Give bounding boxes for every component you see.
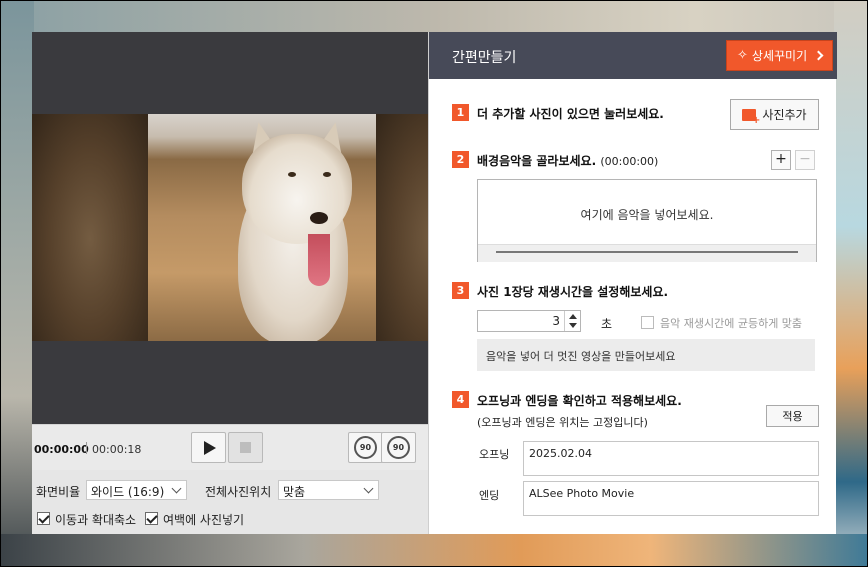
- chevron-down-icon: [171, 483, 182, 494]
- ending-label: 엔딩: [479, 489, 500, 502]
- photo-position-label: 전체사진위치: [205, 485, 272, 499]
- desktop-background-top: [0, 0, 868, 32]
- ratio-select-value: 와이드 (16:9): [91, 485, 165, 499]
- music-tip: 음악을 넣어 더 멋진 영상을 만들어보세요: [477, 339, 815, 371]
- magic-wand-icon: ✧: [737, 48, 748, 63]
- panel-title: 간편만들기: [452, 50, 517, 66]
- apply-button[interactable]: 적용: [766, 405, 819, 427]
- sync-music-checkbox[interactable]: [641, 316, 654, 329]
- playback-controls: 00:00:00 00:00:18 90 90: [32, 424, 428, 470]
- step-4-title: 오프닝과 엔딩을 확인하고 적용해보세요.: [477, 394, 682, 408]
- stop-button[interactable]: [228, 432, 263, 463]
- step-4-note: (오프닝과 엔딩은 위치는 고정입니다): [477, 416, 648, 429]
- fill-margin-label: 여백에 사진넣기: [163, 513, 245, 527]
- add-photo-label: 사진추가: [762, 108, 807, 122]
- move-zoom-checkbox[interactable]: [37, 512, 50, 525]
- add-music-button[interactable]: +: [771, 150, 791, 170]
- step-4-badge: 4: [452, 391, 469, 408]
- stepper-down-icon[interactable]: [569, 323, 577, 328]
- music-drop-hint: 여기에 음악을 넣어보세요.: [580, 208, 714, 222]
- ratio-label: 화면비율: [36, 485, 81, 499]
- photo-movie-window: 00:00:00 00:00:18 90 90 화면비율 와이드 (16:9) …: [32, 32, 837, 534]
- desktop-background-left: [0, 0, 34, 567]
- dog-tongue: [308, 234, 330, 286]
- chevron-right-icon: [813, 50, 824, 61]
- rotate-right-button[interactable]: 90: [381, 432, 416, 463]
- detail-edit-label: 상세꾸미기: [751, 49, 808, 63]
- preview-area: [32, 32, 428, 424]
- dog-nose: [310, 212, 328, 224]
- desktop-background-bottom: [0, 534, 868, 567]
- photo-position-select[interactable]: 맞춤: [278, 480, 379, 500]
- rotate-right-icon: 90: [387, 436, 410, 459]
- blurred-background-right: [376, 114, 428, 341]
- panel-header: 간편만들기 ✧ 상세꾸미기: [429, 32, 837, 79]
- music-drop-zone[interactable]: 여기에 음악을 넣어보세요.: [477, 179, 817, 262]
- detail-edit-button[interactable]: ✧ 상세꾸미기: [726, 40, 833, 71]
- step-1-title: 더 추가할 사진이 있으면 눌러보세요.: [477, 107, 664, 121]
- fill-margin-checkbox[interactable]: [145, 512, 158, 525]
- move-zoom-label: 이동과 확대축소: [55, 513, 137, 527]
- dog-eye-left: [288, 172, 296, 177]
- play-icon: [204, 440, 216, 455]
- add-photo-icon: [742, 108, 760, 126]
- layout-settings: 화면비율 와이드 (16:9) 전체사진위치 맞춤 이동과 확대축소 여백에 사…: [32, 470, 428, 534]
- step-2-badge: 2: [452, 151, 469, 168]
- husky-photo: [148, 114, 376, 341]
- photo-position-select-value: 맞춤: [283, 485, 306, 499]
- seconds-per-photo-input[interactable]: 3: [477, 310, 581, 332]
- step-3-title: 사진 1장당 재생시간을 설정해보세요.: [477, 285, 669, 299]
- step-2-title: 배경음악을 골라보세요. (00:00:00): [477, 152, 658, 169]
- opening-label: 오프닝: [479, 448, 510, 461]
- seconds-stepper[interactable]: [564, 311, 580, 331]
- easy-create-panel: 간편만들기 ✧ 상세꾸미기 1 더 추가할 사진이 있으면 눌러보세요. 사진추…: [428, 32, 837, 534]
- rotate-left-button[interactable]: 90: [348, 432, 383, 463]
- dog-eye-right: [323, 172, 331, 177]
- current-time: 00:00:00: [34, 443, 89, 456]
- stepper-up-icon[interactable]: [569, 314, 577, 319]
- desktop-background-right: [834, 0, 868, 567]
- music-duration: (00:00:00): [600, 155, 659, 168]
- ratio-select[interactable]: 와이드 (16:9): [86, 480, 187, 500]
- step-1-badge: 1: [452, 104, 469, 121]
- add-photo-button[interactable]: 사진추가: [730, 99, 819, 130]
- blurred-background-left: [32, 114, 148, 341]
- chevron-down-icon: [363, 483, 374, 494]
- preview-image: [32, 114, 428, 341]
- music-scroll-thumb[interactable]: [496, 251, 798, 253]
- rotate-left-icon: 90: [354, 436, 377, 459]
- seconds-unit: 초: [601, 317, 613, 331]
- sync-music-label: 음악 재생시간에 균등하게 맞춤: [660, 317, 803, 330]
- dog-head: [242, 134, 352, 244]
- ending-field[interactable]: ALSee Photo Movie: [523, 481, 819, 516]
- time-separator: [86, 442, 87, 454]
- stop-icon: [240, 442, 251, 453]
- play-button[interactable]: [191, 432, 226, 463]
- opening-field[interactable]: 2025.02.04: [523, 441, 819, 476]
- total-time: 00:00:18: [92, 443, 142, 456]
- remove-music-button[interactable]: −: [795, 150, 815, 170]
- step-2-title-text: 배경음악을 골라보세요.: [477, 154, 597, 168]
- music-scrollbar[interactable]: [478, 244, 816, 262]
- seconds-value: 3: [552, 314, 560, 328]
- step-3-badge: 3: [452, 282, 469, 299]
